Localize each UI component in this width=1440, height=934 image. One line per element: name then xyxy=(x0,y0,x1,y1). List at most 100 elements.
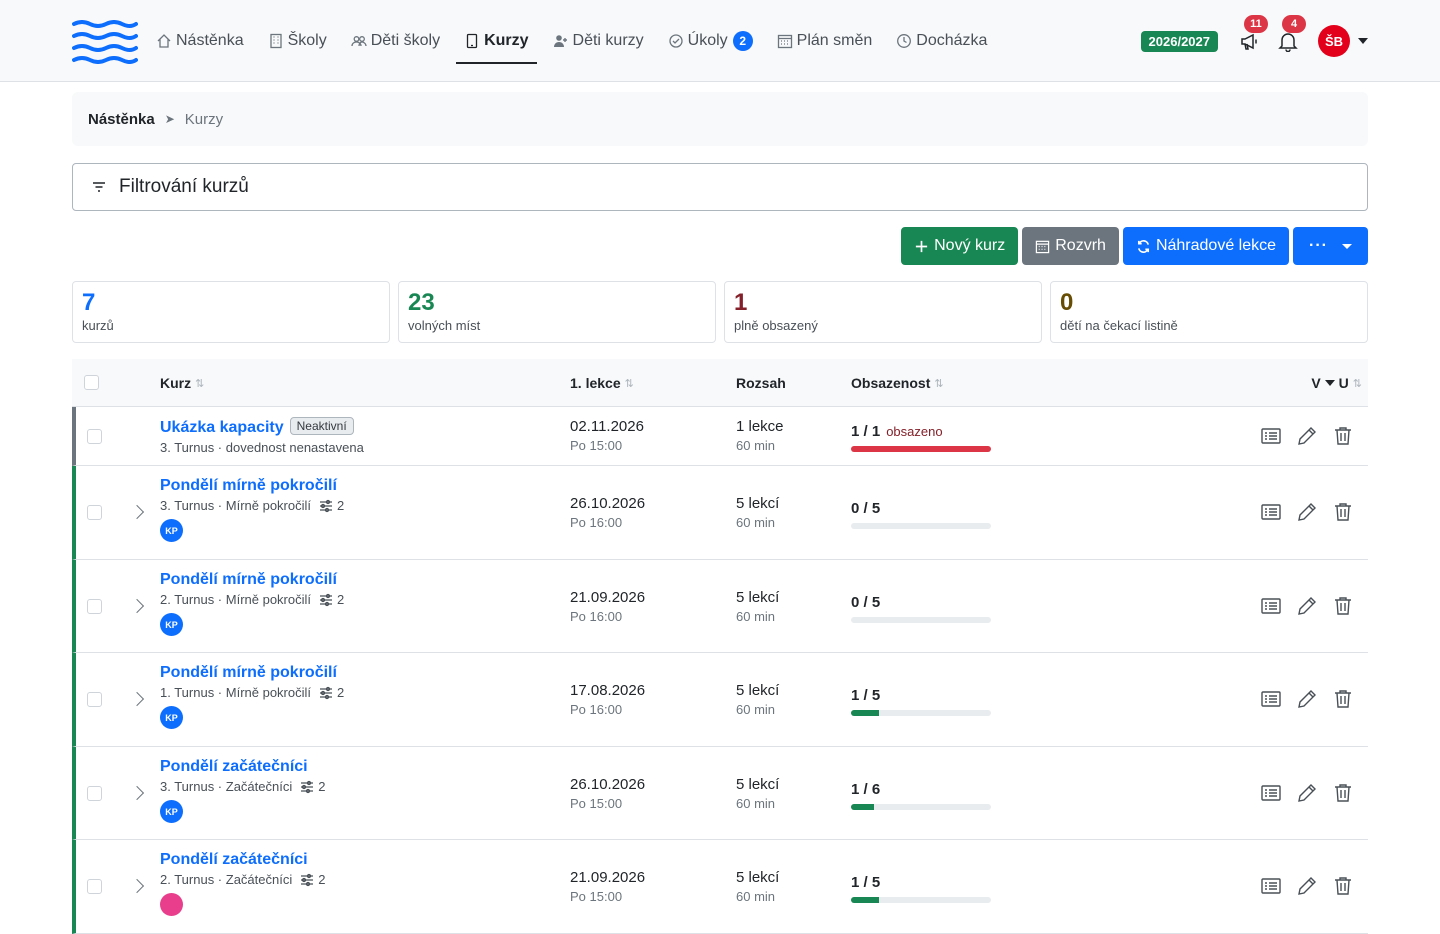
occupancy-bar-fill xyxy=(851,446,991,452)
list-details-icon[interactable] xyxy=(1260,425,1282,447)
nav-item-shift-plan[interactable]: Plán směn xyxy=(769,20,881,62)
more-icon: ··· xyxy=(1309,237,1328,254)
edit-pencil-icon[interactable] xyxy=(1296,875,1318,897)
trash-icon[interactable] xyxy=(1332,875,1354,897)
row-actions xyxy=(1246,501,1354,523)
course-name-link[interactable]: Pondělí mírně pokročilí xyxy=(160,664,337,681)
new-course-label: Nový kurz xyxy=(934,237,1006,254)
row-checkbox[interactable] xyxy=(87,786,102,801)
col-label: Obsazenost xyxy=(851,375,931,391)
course-name-link[interactable]: Ukázka kapacity xyxy=(160,419,284,436)
chevron-down-icon[interactable] xyxy=(1358,38,1368,44)
row-checkbox[interactable] xyxy=(87,505,102,520)
chevron-right-icon[interactable] xyxy=(129,691,145,707)
chevron-right-icon[interactable] xyxy=(129,598,145,614)
course-name-link[interactable]: Pondělí mírně pokročilí xyxy=(160,477,337,494)
lesson-duration: 60 min xyxy=(736,702,776,717)
nav-item-dashboard[interactable]: Nástěnka xyxy=(148,20,252,62)
schedule-button[interactable]: Rozvrh xyxy=(1022,227,1119,265)
course-subtitle-text: 2. Turnus · Mírně pokročilí xyxy=(160,592,311,607)
stat-value: 1 xyxy=(734,289,748,316)
col-header-occupancy[interactable]: Obsazenost ⇅ xyxy=(851,375,944,391)
first-lesson-date: 17.08.2026 xyxy=(570,682,646,699)
new-course-button[interactable]: Nový kurz xyxy=(901,227,1019,265)
chevron-right-icon[interactable] xyxy=(129,785,145,801)
announcements-button[interactable]: 11 xyxy=(1236,15,1268,55)
edit-pencil-icon[interactable] xyxy=(1296,688,1318,710)
table-row[interactable]: Pondělí mírně pokročilí 2. Turnus · Mírn… xyxy=(72,560,1368,653)
edit-pencil-icon[interactable] xyxy=(1296,501,1318,523)
sliders-icon xyxy=(301,873,314,886)
check-circle-icon xyxy=(669,34,683,48)
megaphone-icon xyxy=(1241,33,1257,50)
nav-item-course-children[interactable]: Děti kurzy xyxy=(545,20,652,62)
course-name-link[interactable]: Pondělí začátečníci xyxy=(160,758,308,775)
lesson-duration: 60 min xyxy=(736,796,776,811)
stat-value: 23 xyxy=(408,289,435,316)
edit-pencil-icon[interactable] xyxy=(1296,782,1318,804)
course-filter-toggle[interactable]: Filtrování kurzů xyxy=(72,163,1368,211)
nav-item-courses[interactable]: Kurzy xyxy=(456,20,537,64)
row-checkbox[interactable] xyxy=(87,599,102,614)
occupancy-bar xyxy=(851,804,991,810)
replacement-lessons-button[interactable]: Náhradové lekce xyxy=(1122,227,1290,265)
nav-item-tasks[interactable]: Úkoly 2 xyxy=(660,20,761,62)
nav-label: Úkoly xyxy=(687,32,728,49)
nav-item-schools[interactable]: Školy xyxy=(260,20,335,62)
list-details-icon[interactable] xyxy=(1260,501,1282,523)
trainer-avatar: KP xyxy=(160,800,183,823)
table-row[interactable]: Pondělí začátečníci 3. Turnus · Začátečn… xyxy=(72,747,1368,840)
col-label: V xyxy=(1311,375,1321,391)
course-cell: Pondělí začátečníci 2. Turnus · Začátečn… xyxy=(160,851,325,916)
list-details-icon[interactable] xyxy=(1260,688,1282,710)
occupancy-bar-fill xyxy=(851,710,879,716)
school-year-badge[interactable]: 2026/2027 xyxy=(1140,30,1218,52)
lesson-count: 5 lekcí xyxy=(736,869,780,886)
chevron-right-icon[interactable] xyxy=(129,878,145,894)
course-name-link[interactable]: Pondělí mírně pokročilí xyxy=(160,571,337,588)
notifications-button[interactable]: 4 xyxy=(1274,15,1306,55)
trash-icon[interactable] xyxy=(1332,782,1354,804)
trash-icon[interactable] xyxy=(1332,501,1354,523)
course-cell: Pondělí mírně pokročilí 1. Turnus · Mírn… xyxy=(160,664,344,729)
logo-waves-icon[interactable] xyxy=(72,20,138,64)
user-avatar[interactable]: ŠB xyxy=(1318,25,1350,57)
row-checkbox[interactable] xyxy=(87,692,102,707)
edit-pencil-icon[interactable] xyxy=(1296,425,1318,447)
select-all-checkbox[interactable] xyxy=(84,375,99,390)
sort-icon: ⇅ xyxy=(195,377,205,390)
list-details-icon[interactable] xyxy=(1260,875,1282,897)
table-row[interactable]: Pondělí mírně pokročilí 1. Turnus · Mírn… xyxy=(72,653,1368,747)
trash-icon[interactable] xyxy=(1332,425,1354,447)
course-subtitle-text: 3. Turnus · Mírně pokročilí xyxy=(160,498,311,513)
more-actions-dropdown[interactable]: ··· xyxy=(1293,227,1368,265)
nav-item-school-children[interactable]: Děti školy xyxy=(343,20,448,62)
occupancy-bar xyxy=(851,446,991,452)
skills-count: 2 xyxy=(337,498,345,513)
chevron-right-icon[interactable] xyxy=(129,504,145,520)
course-name-link[interactable]: Pondělí začátečníci xyxy=(160,851,308,868)
col-header-course[interactable]: Kurz ⇅ xyxy=(160,375,204,391)
edit-pencil-icon[interactable] xyxy=(1296,595,1318,617)
trash-icon[interactable] xyxy=(1332,688,1354,710)
status-badge: Neaktivní xyxy=(289,417,354,435)
table-row[interactable]: Ukázka kapacity Neaktivní 3. Turnus · dov… xyxy=(72,407,1368,466)
trash-icon[interactable] xyxy=(1332,595,1354,617)
list-details-icon[interactable] xyxy=(1260,595,1282,617)
row-checkbox[interactable] xyxy=(87,429,102,444)
stat-label: plně obsazený xyxy=(734,318,818,333)
table-row[interactable]: Pondělí začátečníci 2. Turnus · Začátečn… xyxy=(72,840,1368,934)
row-checkbox[interactable] xyxy=(87,879,102,894)
breadcrumb-home-link[interactable]: Nástěnka xyxy=(88,111,155,128)
table-row[interactable]: Pondělí mírně pokročilí 3. Turnus · Mírn… xyxy=(72,466,1368,560)
nav-item-attendance[interactable]: Docházka xyxy=(888,20,995,62)
occupancy-bar-fill xyxy=(851,804,875,810)
col-header-first-lesson[interactable]: 1. lekce ⇅ xyxy=(570,375,634,391)
list-details-icon[interactable] xyxy=(1260,782,1282,804)
col-label: 1. lekce xyxy=(570,375,621,391)
course-subtitle-text: 2. Turnus · Začátečníci xyxy=(160,872,293,887)
lesson-duration: 60 min xyxy=(736,609,776,624)
courses-table: Kurz ⇅ 1. lekce ⇅ Rozsah Obsazenost ⇅ V U ⇅ … xyxy=(72,359,1368,934)
nav-label: Děti školy xyxy=(370,32,441,49)
col-header-vu[interactable]: V U ⇅ xyxy=(1311,375,1362,391)
